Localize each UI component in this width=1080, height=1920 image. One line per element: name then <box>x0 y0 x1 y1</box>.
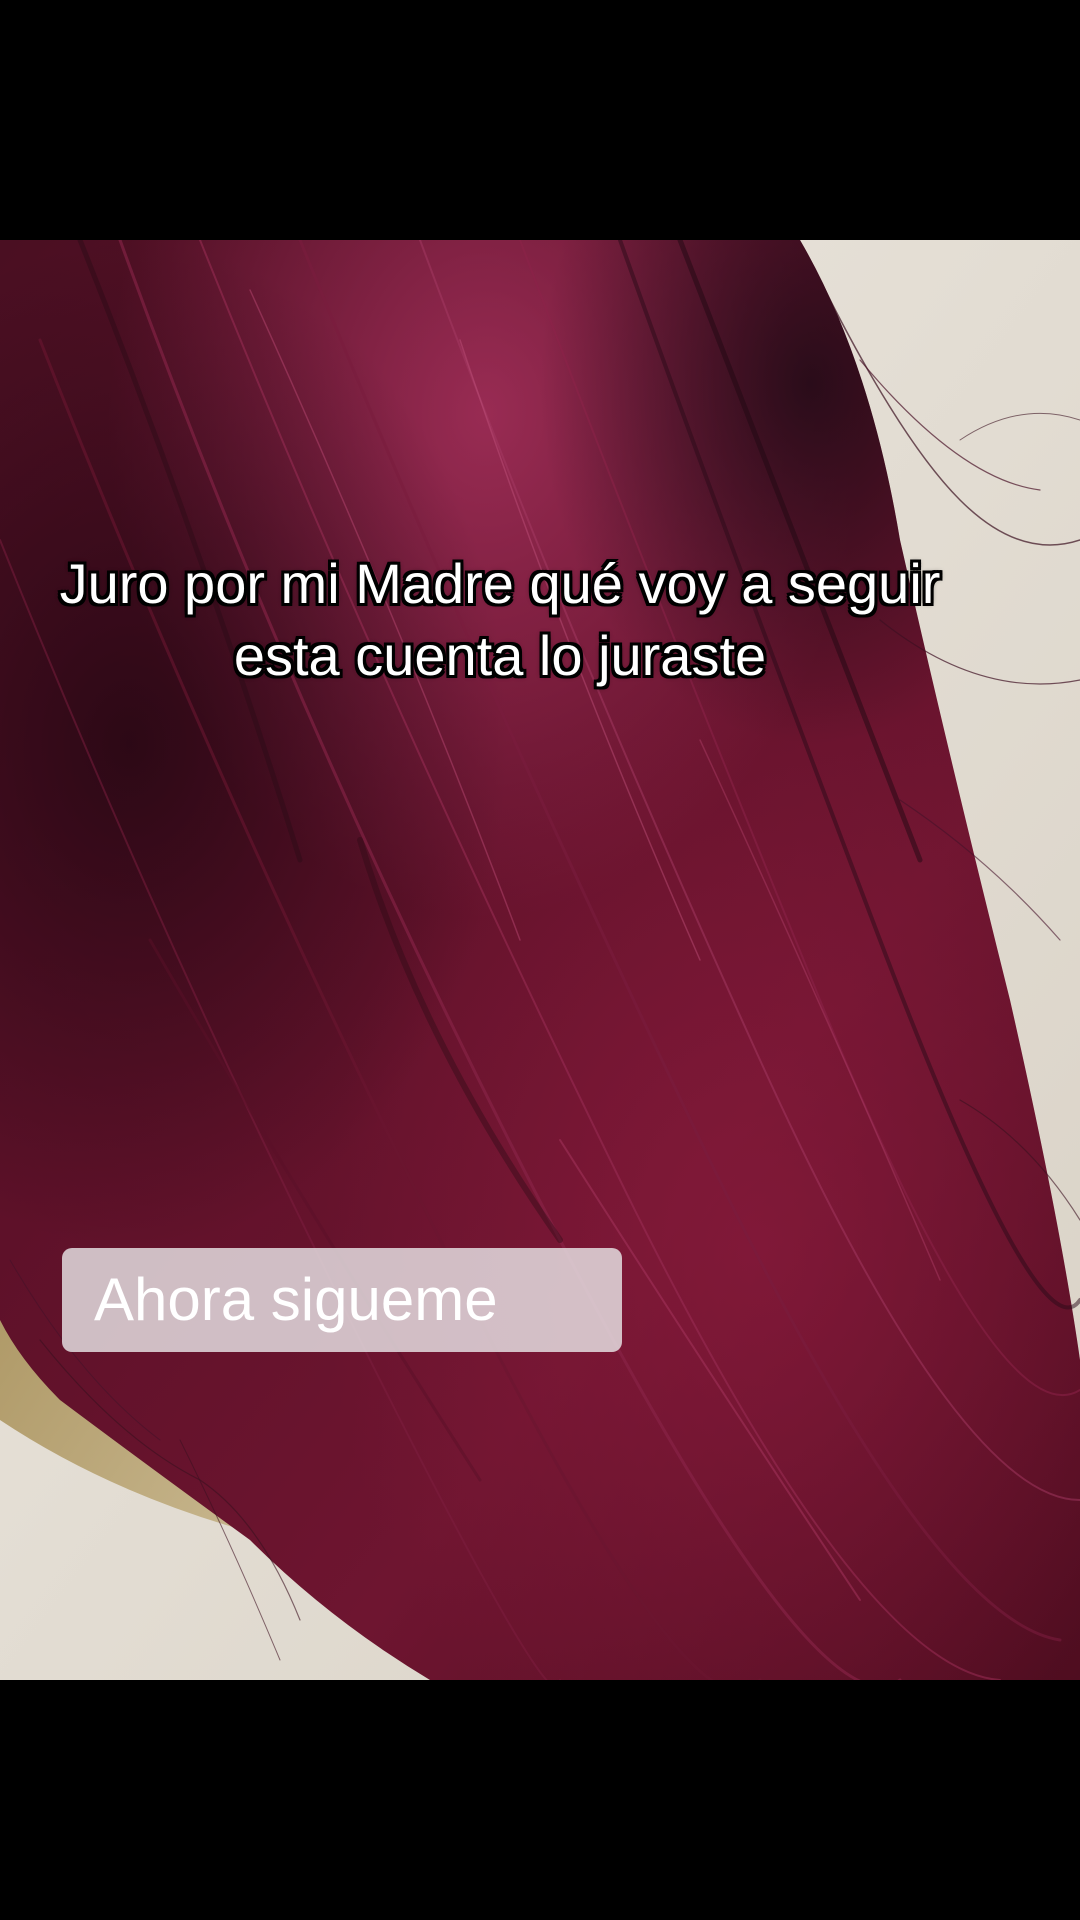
text-sticker: Ahora sigueme <box>62 1248 622 1352</box>
hair-photo <box>0 240 1080 1680</box>
letterbox-bottom <box>0 1680 1080 1920</box>
sticker-label: Ahora sigueme <box>94 1266 498 1333</box>
main-caption-text: Juro por mi Madre qué voy a seguir esta … <box>59 552 941 687</box>
letterbox-top <box>0 0 1080 240</box>
video-frame: Juro por mi Madre qué voy a seguir esta … <box>0 0 1080 1920</box>
